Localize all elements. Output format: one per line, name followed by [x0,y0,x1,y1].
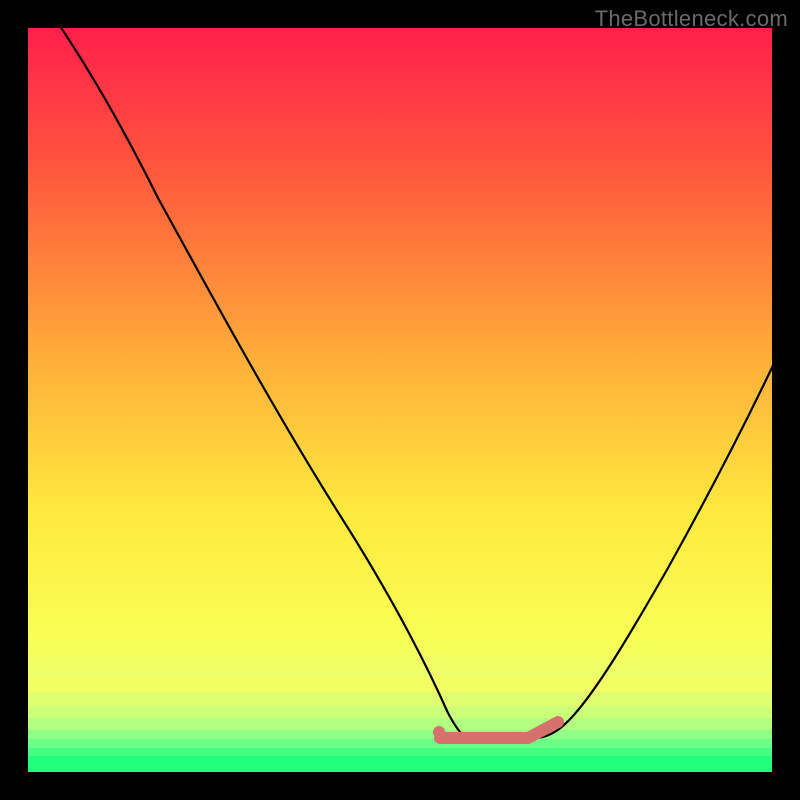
plot-area [28,28,772,772]
watermark-text: TheBottleneck.com [595,6,788,32]
bottleneck-curve [56,28,772,740]
overlay-point [433,726,445,738]
curve-layer [28,28,772,772]
